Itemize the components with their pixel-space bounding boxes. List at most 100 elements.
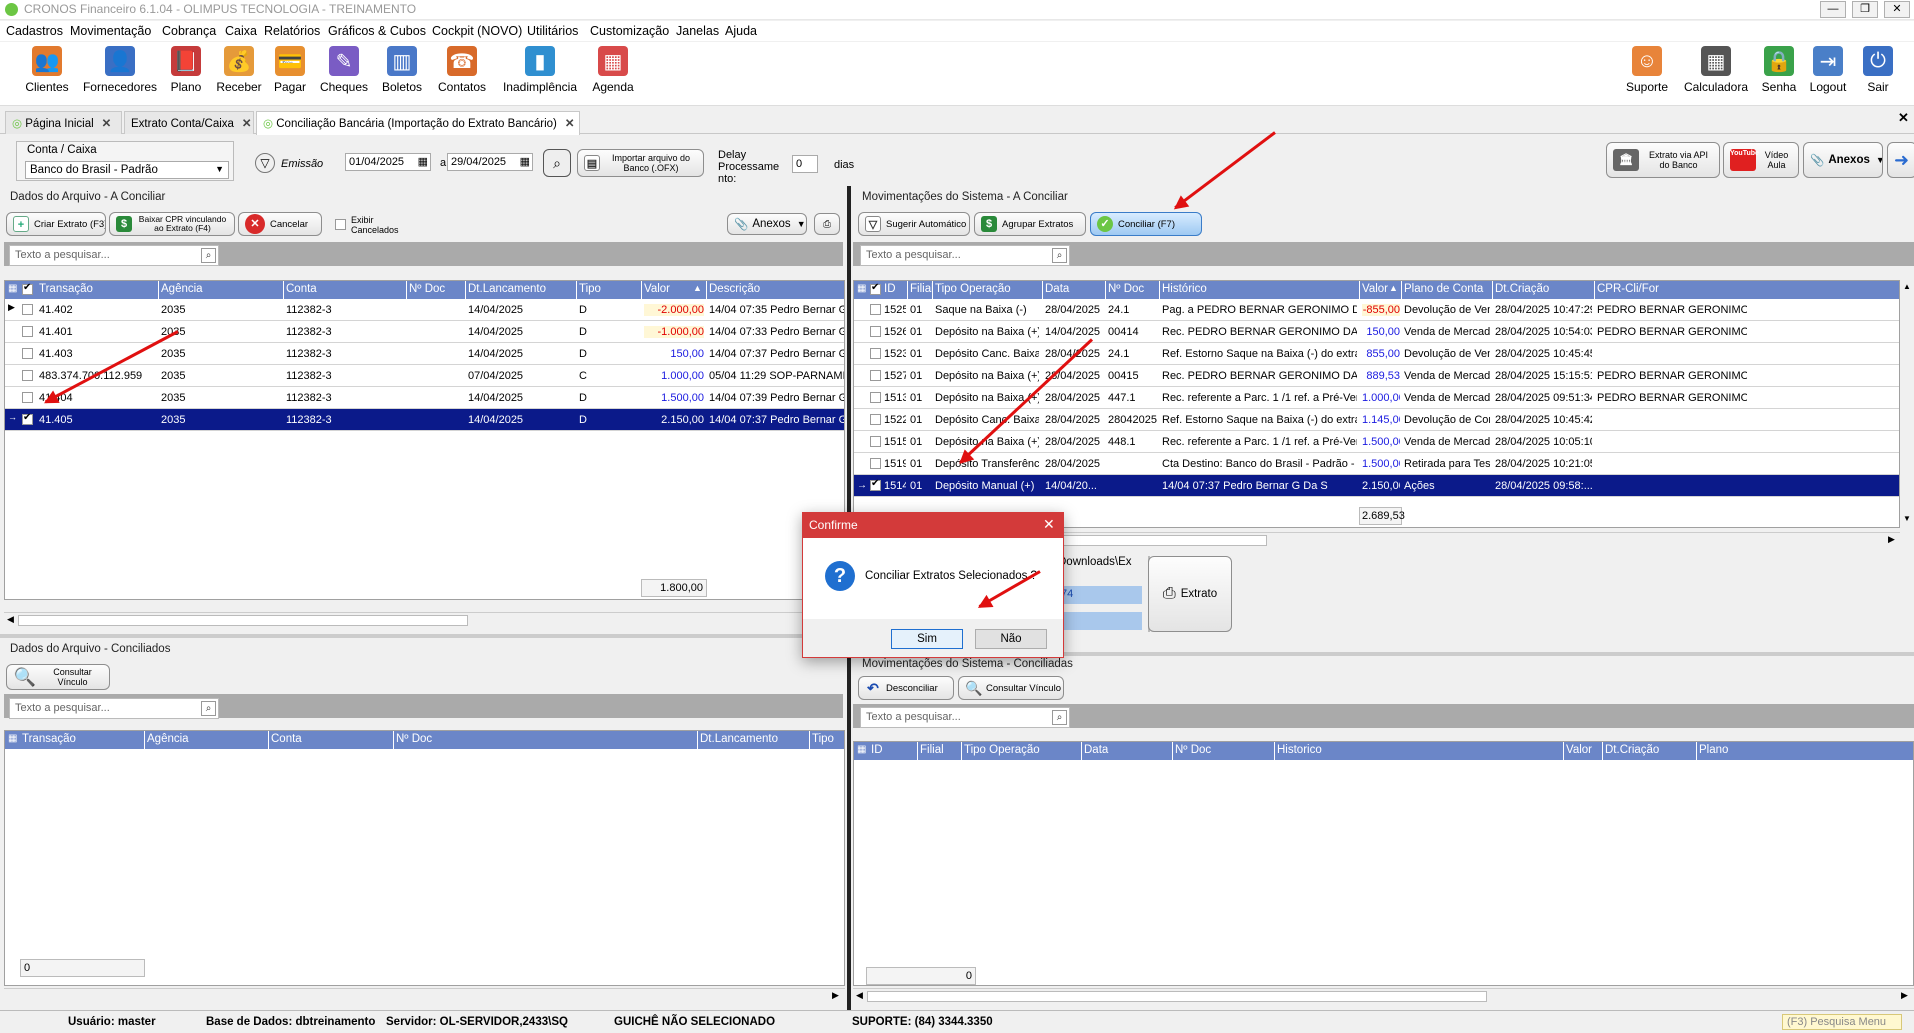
col-dtcriacao[interactable]: Dt.Criação	[1605, 744, 1659, 756]
col-nodoc[interactable]: Nº Doc	[1175, 744, 1211, 756]
row-checkbox[interactable]	[22, 348, 33, 359]
search-icon[interactable]: ⌕	[201, 248, 216, 263]
menu-ajuda[interactable]: Ajuda	[725, 24, 757, 38]
close-tab-icon[interactable]: ✕	[565, 118, 575, 130]
table-row[interactable]: → 41.405 2035 112382-3 14/04/2025 D 2.150,00 14…	[5, 409, 844, 431]
col-historico[interactable]: Histórico	[1162, 283, 1207, 295]
tab-extrato[interactable]: Extrato Conta/Caixa ✕	[124, 111, 254, 134]
col-data[interactable]: Data	[1084, 744, 1108, 756]
table-row[interactable]: ▶ 41.402 2035 112382-3 14/04/2025 D -2.000,00 1…	[5, 299, 844, 321]
menu-relatorios[interactable]: Relatórios	[264, 24, 320, 38]
col-filial[interactable]: Filial	[910, 283, 934, 295]
col-cprclifor[interactable]: CPR-Cli/For	[1597, 283, 1659, 295]
select-all-checkbox[interactable]	[870, 282, 881, 295]
left-top-hscroll[interactable]: ◀	[4, 612, 845, 628]
table-row[interactable]: → 1514 01 Depósito Manual (+) 14/04/20... 14/…	[854, 475, 1899, 497]
extrato-api-button[interactable]: 🏛 Extrato via API do Banco	[1606, 142, 1720, 178]
agenda-button[interactable]: ▦ Agenda	[590, 46, 636, 94]
col-nodoc[interactable]: Nº Doc	[409, 283, 445, 295]
fornecedores-button[interactable]: 👤 Fornecedores	[82, 46, 158, 94]
scroll-thumb[interactable]	[18, 615, 468, 626]
table-row[interactable]: 1519 01 Depósito Transferência 28/04/2025 Ct…	[854, 453, 1899, 475]
conciliar-button[interactable]: ✓ Conciliar (F7)	[1090, 212, 1202, 236]
menu-janelas[interactable]: Janelas	[676, 24, 719, 38]
row-checkbox[interactable]	[22, 304, 33, 315]
table-row[interactable]: 1525 01 Saque na Baixa (-) 28/04/2025 24.1 Pa…	[854, 299, 1899, 321]
menu-utilitarios[interactable]: Utilitários	[527, 24, 578, 38]
col-id[interactable]: ID	[884, 283, 896, 295]
right-top-search-input[interactable]: Texto a pesquisar... ⌕	[860, 245, 1070, 266]
next-arrow-button[interactable]: ➜	[1887, 142, 1914, 178]
scroll-right-icon[interactable]: ▶	[832, 990, 839, 1001]
table-row[interactable]: 152701Depósito na Baixa (+)28/04/2025004…	[854, 365, 1899, 387]
left-top-search-input[interactable]: Texto a pesquisar... ⌕	[9, 245, 219, 266]
row-checkbox[interactable]	[22, 370, 33, 381]
table-row[interactable]: 152301Depósito Canc. Baixa (28/04/202524…	[854, 343, 1899, 365]
row-checkbox[interactable]	[870, 414, 881, 425]
close-tab-icon[interactable]: ✕	[102, 118, 112, 130]
sair-button[interactable]: ⏻ Sair	[1858, 46, 1898, 94]
row-checkbox[interactable]	[870, 326, 881, 337]
close-window-button[interactable]: ✕	[1884, 1, 1910, 18]
search-icon[interactable]: ⌕	[1052, 248, 1067, 263]
senha-button[interactable]: 🔒 Senha	[1758, 46, 1800, 94]
menu-cobranca[interactable]: Cobrança	[162, 24, 216, 38]
row-checkbox[interactable]	[22, 326, 33, 337]
row-checkbox[interactable]	[870, 348, 881, 359]
tab-conciliacao[interactable]: ◎ Conciliação Bancária (Importação do Ex…	[256, 111, 580, 135]
col-tipo[interactable]: Tipo	[812, 733, 834, 745]
col-valor[interactable]: Valor	[1566, 744, 1592, 756]
menu-cadastros[interactable]: Cadastros	[6, 24, 63, 38]
row-checkbox[interactable]	[870, 458, 881, 469]
col-valor[interactable]: Valor	[644, 283, 670, 295]
scroll-right-icon[interactable]: ▶	[1888, 534, 1895, 545]
desconciliar-button[interactable]: ↶ Desconciliar	[858, 676, 954, 700]
col-dtcriacao[interactable]: Dt.Criação	[1495, 283, 1549, 295]
inadimplencia-button[interactable]: ▮ Inadimplência	[498, 46, 582, 94]
menu-customizacao[interactable]: Customização	[590, 24, 669, 38]
exibir-cancelados-checkbox[interactable]	[335, 219, 346, 230]
scroll-right-icon[interactable]: ▶	[1901, 990, 1908, 1001]
scroll-left-icon[interactable]: ◀	[7, 614, 14, 625]
extrato-print-button[interactable]: ⎙ Extrato	[1148, 556, 1232, 632]
grid-menu-icon[interactable]: ▦	[857, 744, 866, 755]
grid-menu-icon[interactable]: ▦	[8, 733, 17, 744]
col-historico[interactable]: Historico	[1277, 744, 1322, 756]
clientes-button[interactable]: 👥 Clientes	[22, 46, 72, 94]
col-conta[interactable]: Conta	[271, 733, 302, 745]
filter-icon[interactable]: ▽	[255, 153, 275, 173]
close-tab-icon[interactable]: ✕	[242, 118, 252, 130]
row-checkbox[interactable]	[870, 436, 881, 447]
right-top-vscroll[interactable]: ▲ ▼	[1902, 280, 1914, 528]
cancelar-button[interactable]: ✕ Cancelar	[238, 212, 322, 236]
row-checkbox[interactable]	[870, 304, 881, 315]
table-row[interactable]: 151501Depósito na Baixa (+)28/04/2025448…	[854, 431, 1899, 453]
grid-menu-icon[interactable]: ▦	[8, 283, 17, 294]
receber-button[interactable]: 💰 Receber	[214, 46, 264, 94]
col-nodoc[interactable]: Nº Doc	[396, 733, 432, 745]
print-button[interactable]: ⎙	[814, 213, 840, 235]
scroll-left-icon[interactable]: ◀	[856, 990, 863, 1001]
col-tipo[interactable]: Tipo	[579, 283, 601, 295]
dialog-no-button[interactable]: Não	[975, 629, 1047, 649]
anexos-top-button[interactable]: 📎Anexos▼	[1803, 142, 1883, 178]
col-transacao[interactable]: Transação	[39, 283, 93, 295]
grid-menu-icon[interactable]: ▦	[857, 283, 866, 294]
col-agencia[interactable]: Agência	[147, 733, 189, 745]
consultar-vinculo-left-button[interactable]: 🔍 Consultar Vínculo	[6, 664, 110, 690]
scroll-thumb[interactable]	[867, 991, 1487, 1002]
col-plano[interactable]: Plano	[1699, 744, 1728, 756]
col-tipo-operacao[interactable]: Tipo Operação	[935, 283, 1011, 295]
restore-button[interactable]: ❐	[1852, 1, 1878, 18]
left-bottom-hscroll[interactable]: ▶	[4, 988, 845, 1004]
right-bottom-search-input[interactable]: Texto a pesquisar... ⌕	[860, 707, 1070, 728]
date-to-input[interactable]: 29/04/2025 ▦	[447, 153, 533, 171]
row-checkbox[interactable]	[870, 392, 881, 403]
contatos-button[interactable]: ☎ Contatos	[434, 46, 490, 94]
delay-input[interactable]: 0	[792, 155, 818, 173]
row-checkbox[interactable]	[22, 412, 33, 425]
sugerir-automatico-button[interactable]: ▽ Sugerir Automático	[858, 212, 970, 236]
select-all-checkbox[interactable]	[22, 282, 33, 295]
col-filial[interactable]: Filial	[920, 744, 944, 756]
baixar-cpr-button[interactable]: $ Baixar CPR vinculando ao Extrato (F4)	[109, 212, 235, 236]
